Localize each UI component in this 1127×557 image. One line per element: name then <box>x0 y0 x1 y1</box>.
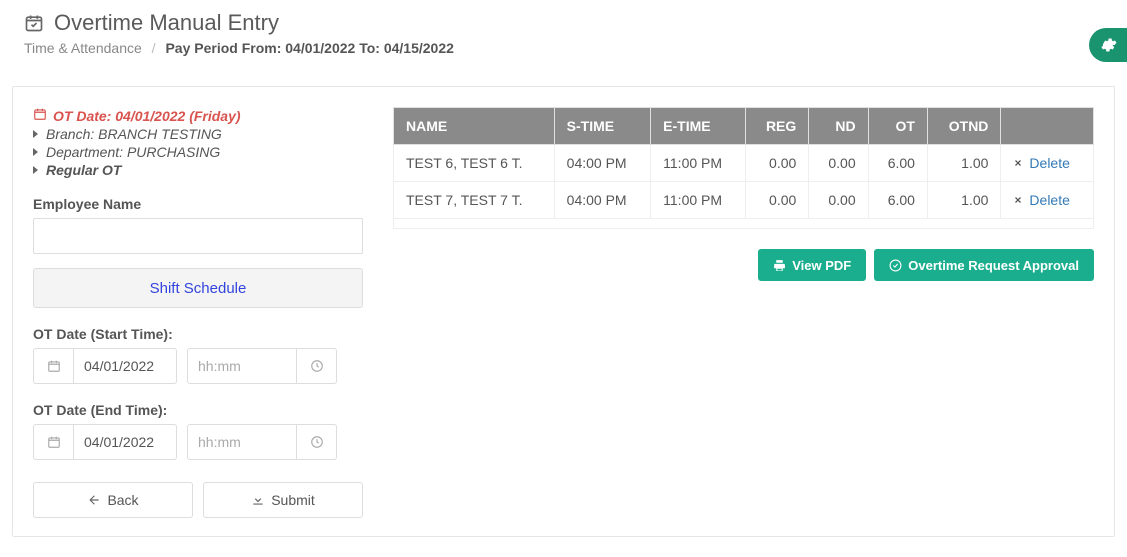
delete-link[interactable]: Delete <box>1013 155 1069 171</box>
form-column: OT Date: 04/01/2022 (Friday) Branch: BRA… <box>33 107 363 518</box>
table-separator <box>394 219 1094 229</box>
right-action-bar: View PDF Overtime Request Approval <box>393 249 1094 281</box>
clock-addon-icon[interactable] <box>297 348 337 384</box>
start-time-label: OT Date (Start Time): <box>33 326 363 342</box>
view-pdf-button[interactable]: View PDF <box>758 249 866 281</box>
x-icon <box>1013 158 1023 168</box>
col-ot: OT <box>868 108 927 145</box>
view-pdf-label: View PDF <box>792 258 851 273</box>
ot-type-value: Regular OT <box>46 162 121 178</box>
breadcrumb-root[interactable]: Time & Attendance <box>24 40 142 56</box>
shift-schedule-button[interactable]: Shift Schedule <box>33 268 363 308</box>
cell-reg: 0.00 <box>746 182 809 219</box>
col-reg: REG <box>746 108 809 145</box>
end-date-group <box>33 424 177 460</box>
branch-label: Branch: <box>46 126 98 142</box>
end-time-label: OT Date (End Time): <box>33 402 363 418</box>
breadcrumb: Time & Attendance / Pay Period From: 04/… <box>12 36 1115 56</box>
cell-otnd: 1.00 <box>927 182 1000 219</box>
calendar-icon <box>24 13 44 33</box>
start-time-input[interactable] <box>187 348 297 384</box>
department-info: Department: PURCHASING <box>33 144 363 160</box>
cell-reg: 0.00 <box>746 145 809 182</box>
end-date-input[interactable] <box>73 424 177 460</box>
delete-link[interactable]: Delete <box>1013 192 1069 208</box>
submit-button[interactable]: Submit <box>203 482 363 518</box>
table-column: NAME S-TIME E-TIME REG ND OT OTND TEST 6… <box>393 107 1094 281</box>
calendar-small-icon <box>33 107 47 124</box>
page-header: Overtime Manual Entry <box>12 0 1115 36</box>
table-row: TEST 7, TEST 7 T. 04:00 PM 11:00 PM 0.00… <box>394 182 1094 219</box>
dept-value: PURCHASING <box>127 144 220 160</box>
cell-nd: 0.00 <box>809 182 868 219</box>
cell-etime: 11:00 PM <box>651 182 746 219</box>
calendar-addon-icon[interactable] <box>33 424 73 460</box>
clock-addon-icon[interactable] <box>297 424 337 460</box>
employee-name-label: Employee Name <box>33 196 363 212</box>
cell-nd: 0.00 <box>809 145 868 182</box>
cell-stime: 04:00 PM <box>554 145 650 182</box>
approval-label: Overtime Request Approval <box>908 258 1079 273</box>
overtime-table: NAME S-TIME E-TIME REG ND OT OTND TEST 6… <box>393 107 1094 229</box>
branch-value: BRANCH TESTING <box>98 126 222 142</box>
dept-label: Department: <box>46 144 127 160</box>
check-circle-icon <box>889 259 902 272</box>
submit-button-label: Submit <box>271 492 315 508</box>
end-time-group <box>187 424 337 460</box>
download-icon <box>251 493 265 507</box>
start-time-group <box>187 348 337 384</box>
cell-stime: 04:00 PM <box>554 182 650 219</box>
cell-name: TEST 6, TEST 6 T. <box>394 145 555 182</box>
ot-date-info: OT Date: 04/01/2022 (Friday) <box>33 107 363 124</box>
caret-icon <box>33 130 38 138</box>
calendar-addon-icon[interactable] <box>33 348 73 384</box>
start-date-group <box>33 348 177 384</box>
end-time-input[interactable] <box>187 424 297 460</box>
arrow-left-icon <box>87 493 101 507</box>
col-otnd: OTND <box>927 108 1000 145</box>
breadcrumb-current: Pay Period From: 04/01/2022 To: 04/15/20… <box>165 40 453 56</box>
breadcrumb-separator: / <box>152 40 156 56</box>
delete-label: Delete <box>1029 155 1069 171</box>
caret-icon <box>33 166 38 174</box>
col-name: NAME <box>394 108 555 145</box>
col-s-time: S-TIME <box>554 108 650 145</box>
ot-type-info: Regular OT <box>33 162 363 178</box>
approval-button[interactable]: Overtime Request Approval <box>874 249 1094 281</box>
ot-date-prefix: OT Date: <box>53 108 115 124</box>
page-title: Overtime Manual Entry <box>54 10 279 36</box>
caret-icon <box>33 148 38 156</box>
cell-actions: Delete <box>1001 182 1094 219</box>
col-e-time: E-TIME <box>651 108 746 145</box>
start-date-input[interactable] <box>73 348 177 384</box>
cell-name: TEST 7, TEST 7 T. <box>394 182 555 219</box>
x-icon <box>1013 195 1023 205</box>
cell-ot: 6.00 <box>868 182 927 219</box>
print-icon <box>773 259 786 272</box>
cell-actions: Delete <box>1001 145 1094 182</box>
delete-label: Delete <box>1029 192 1069 208</box>
back-button[interactable]: Back <box>33 482 193 518</box>
main-panel: OT Date: 04/01/2022 (Friday) Branch: BRA… <box>12 86 1115 537</box>
col-actions <box>1001 108 1094 145</box>
cell-etime: 11:00 PM <box>651 145 746 182</box>
cell-otnd: 1.00 <box>927 145 1000 182</box>
cell-ot: 6.00 <box>868 145 927 182</box>
branch-info: Branch: BRANCH TESTING <box>33 126 363 142</box>
table-row: TEST 6, TEST 6 T. 04:00 PM 11:00 PM 0.00… <box>394 145 1094 182</box>
back-button-label: Back <box>107 492 138 508</box>
ot-date-value: 04/01/2022 (Friday) <box>115 108 240 124</box>
col-nd: ND <box>809 108 868 145</box>
employee-name-input[interactable] <box>33 218 363 254</box>
